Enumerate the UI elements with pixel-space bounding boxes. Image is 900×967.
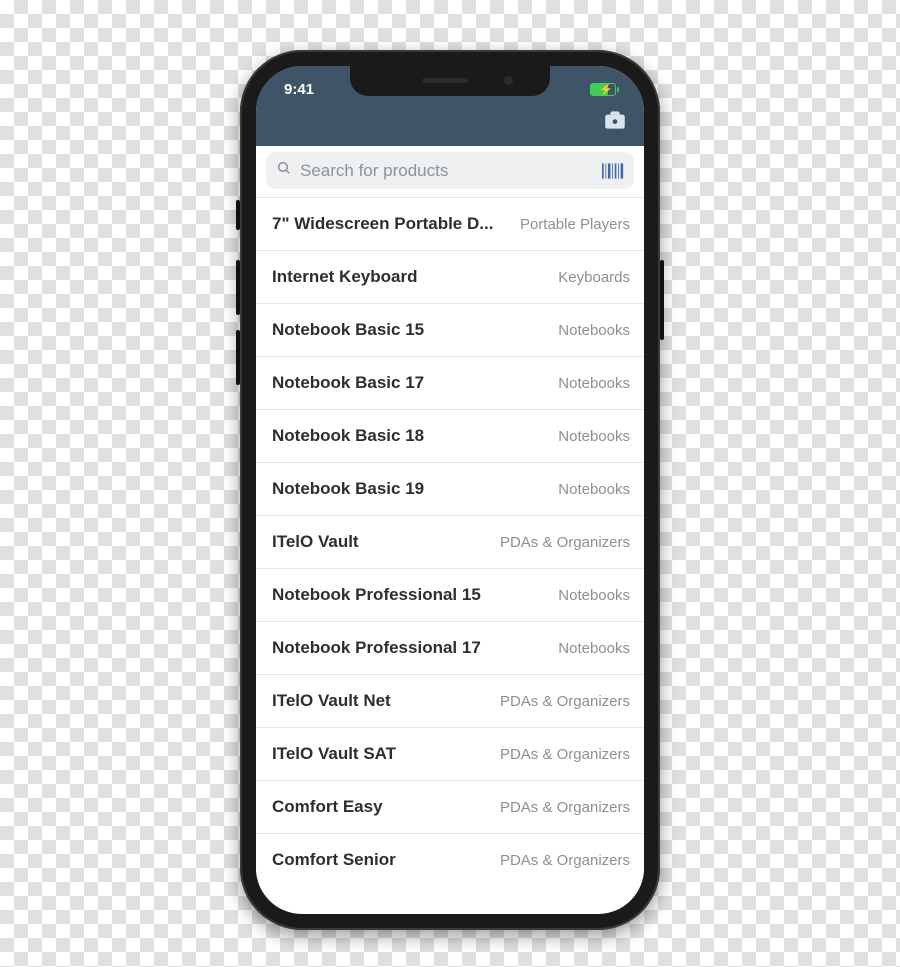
product-list[interactable]: 7" Widescreen Portable D... Portable Play… [256, 197, 644, 876]
product-name: Notebook Basic 19 [272, 479, 546, 499]
volume-down-button [236, 330, 240, 385]
product-name: Notebook Basic 17 [272, 373, 546, 393]
list-item[interactable]: Notebook Basic 18 Notebooks [256, 410, 644, 463]
product-category: PDAs & Organizers [500, 746, 630, 763]
list-item[interactable]: ITelO Vault SAT PDAs & Organizers [256, 728, 644, 781]
product-category: PDAs & Organizers [500, 799, 630, 816]
screen: 9:41 ⚡ [256, 66, 644, 914]
status-time: 9:41 [284, 81, 314, 98]
list-item[interactable]: Comfort Senior PDAs & Organizers [256, 834, 644, 876]
product-name: Internet Keyboard [272, 267, 546, 287]
list-item[interactable]: Notebook Professional 15 Notebooks [256, 569, 644, 622]
list-item[interactable]: 7" Widescreen Portable D... Portable Play… [256, 197, 644, 251]
product-name: Notebook Professional 17 [272, 638, 546, 658]
notch [350, 66, 550, 96]
product-category: PDAs & Organizers [500, 852, 630, 869]
product-category: Notebooks [558, 322, 630, 339]
product-category: Notebooks [558, 428, 630, 445]
product-category: PDAs & Organizers [500, 534, 630, 551]
product-category: Notebooks [558, 587, 630, 604]
list-item[interactable]: ITelO Vault PDAs & Organizers [256, 516, 644, 569]
product-name: ITelO Vault Net [272, 691, 488, 711]
product-category: Keyboards [558, 269, 630, 286]
product-name: ITelO Vault [272, 532, 488, 552]
list-item[interactable]: Notebook Basic 19 Notebooks [256, 463, 644, 516]
list-item[interactable]: Internet Keyboard Keyboards [256, 251, 644, 304]
barcode-icon[interactable] [602, 162, 624, 180]
list-item[interactable]: Comfort Easy PDAs & Organizers [256, 781, 644, 834]
mute-switch [236, 200, 240, 230]
product-name: Comfort Senior [272, 850, 488, 870]
search-input[interactable] [300, 161, 594, 181]
volume-up-button [236, 260, 240, 315]
product-name: Notebook Basic 15 [272, 320, 546, 340]
product-name: Notebook Basic 18 [272, 426, 546, 446]
power-button [660, 260, 664, 340]
battery-icon: ⚡ [590, 83, 616, 96]
product-category: Notebooks [558, 481, 630, 498]
search-bar [256, 146, 644, 197]
product-category: PDAs & Organizers [500, 693, 630, 710]
content-area: 7" Widescreen Portable D... Portable Play… [256, 146, 644, 910]
product-category: Notebooks [558, 375, 630, 392]
product-name: Comfort Easy [272, 797, 488, 817]
phone-frame: 9:41 ⚡ [240, 50, 660, 930]
product-name: ITelO Vault SAT [272, 744, 488, 764]
nav-bar [256, 102, 644, 146]
product-category: Portable Players [520, 216, 630, 233]
camera-icon[interactable] [602, 107, 628, 138]
product-name: 7" Widescreen Portable D... [272, 214, 508, 234]
product-name: Notebook Professional 15 [272, 585, 546, 605]
search-icon [276, 160, 292, 181]
search-field[interactable] [266, 152, 634, 189]
list-item[interactable]: Notebook Basic 17 Notebooks [256, 357, 644, 410]
product-category: Notebooks [558, 640, 630, 657]
list-item[interactable]: ITelO Vault Net PDAs & Organizers [256, 675, 644, 728]
list-item[interactable]: Notebook Professional 17 Notebooks [256, 622, 644, 675]
list-item[interactable]: Notebook Basic 15 Notebooks [256, 304, 644, 357]
